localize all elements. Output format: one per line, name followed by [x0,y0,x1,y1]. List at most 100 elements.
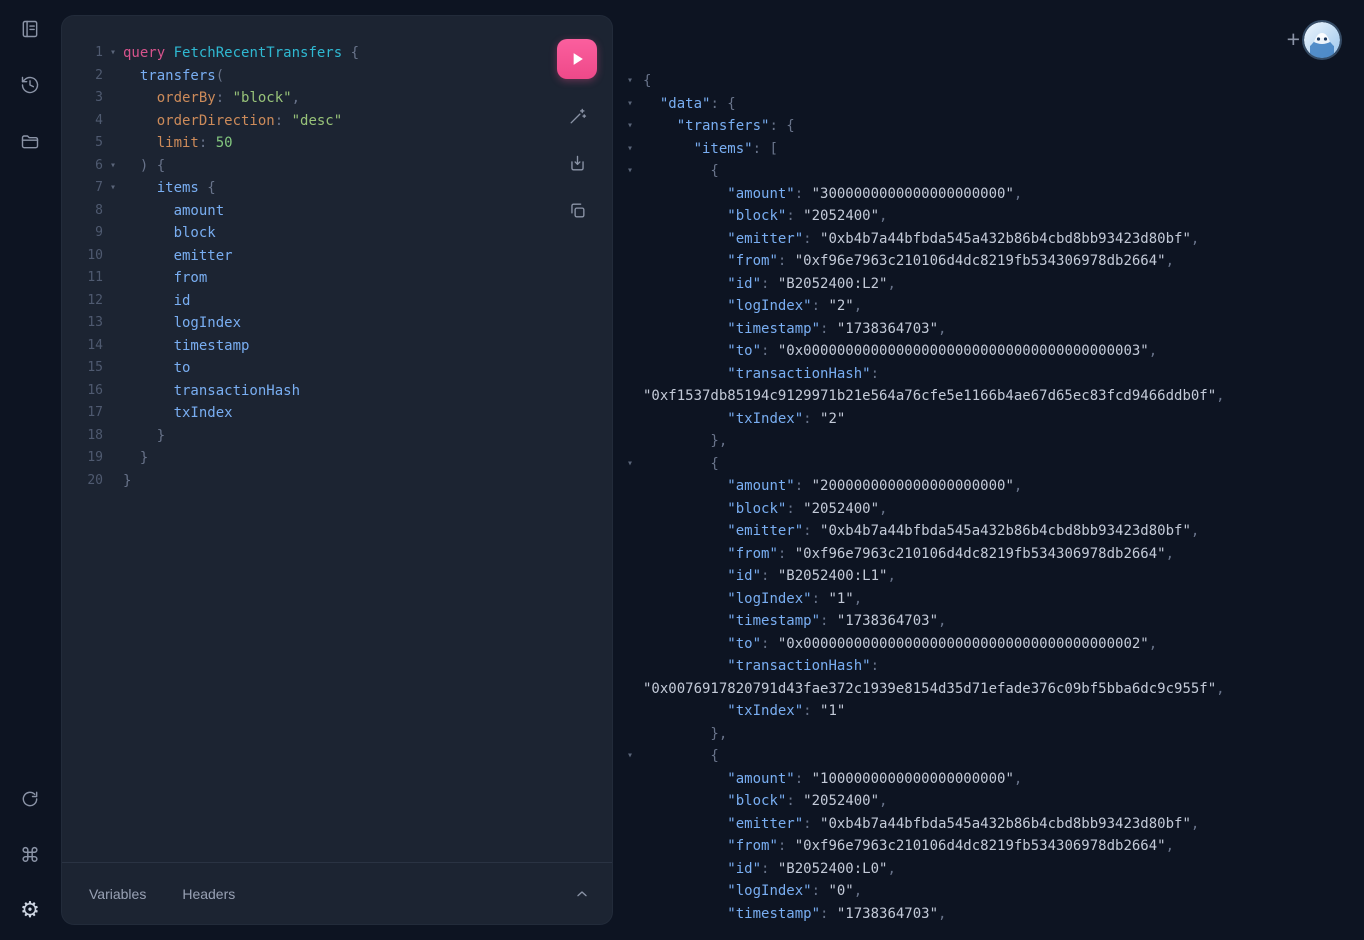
fold-spacer [620,565,643,588]
fold-toggle-icon[interactable]: ▾ [620,93,643,116]
code-text: "logIndex": "1", [643,588,862,611]
fold-toggle-icon[interactable]: ▾ [620,70,643,93]
response-code-line: ▾ { [620,745,1364,768]
fold-spacer [620,498,643,521]
fold-spacer [620,700,643,723]
response-code-line: "amount": "2000000000000000000000", [620,475,1364,498]
code-text: transactionHash [123,380,300,403]
collapse-footer-button[interactable] [574,886,590,902]
fold-toggle-icon[interactable]: ▾ [103,155,123,178]
response-code-line: "id": "B2052400:L0", [620,858,1364,881]
editor-code-line[interactable]: 16 transactionHash [62,380,540,403]
code-text: "from": "0xf96e7963c210106d4dc8219fb5343… [643,835,1174,858]
chevron-up-icon [574,886,590,902]
editor-code-line[interactable]: 6▾ ) { [62,155,540,178]
collections-icon[interactable] [19,130,41,152]
settings-gear-icon[interactable]: ⚙ [19,900,41,922]
response-code-line: ▾ "data": { [620,93,1364,116]
refresh-schema-icon[interactable] [19,788,41,810]
prettify-button[interactable] [567,106,587,126]
editor-code-line[interactable]: 14 timestamp [62,335,540,358]
line-number: 12 [62,290,103,313]
fold-spacer [103,470,123,493]
editor-code-line[interactable]: 2 transfers( [62,65,540,88]
editor-footer-bar: Variables Headers [62,862,612,924]
editor-code-line[interactable]: 7▾ items { [62,177,540,200]
editor-code-line[interactable]: 12 id [62,290,540,313]
editor-code-line[interactable]: 1▾query FetchRecentTransfers { [62,42,540,65]
fold-spacer [620,903,643,926]
tab-variables[interactable]: Variables [89,886,146,902]
query-editor[interactable]: 1▾query FetchRecentTransfers {2 transfer… [62,42,540,492]
fold-spacer [103,267,123,290]
rail-bottom-group: ⌘ ⚙ [19,754,41,922]
response-code-line: "amount": "3000000000000000000000", [620,183,1364,206]
fold-spacer [620,475,643,498]
fold-spacer [620,385,643,408]
history-icon[interactable] [19,74,41,96]
code-text: "transactionHash": [643,655,879,678]
code-text: to [123,357,190,380]
response-code-line: "amount": "1000000000000000000000", [620,768,1364,791]
editor-code-line[interactable]: 9 block [62,222,540,245]
fold-spacer [620,835,643,858]
new-tab-button[interactable]: + [1287,27,1300,51]
response-code-line: ▾ { [620,160,1364,183]
editor-code-line[interactable]: 4 orderDirection: "desc" [62,110,540,133]
editor-code-line[interactable]: 17 txIndex [62,402,540,425]
fold-spacer [620,858,643,881]
fold-toggle-icon[interactable]: ▾ [620,453,643,476]
line-number: 5 [62,132,103,155]
fold-toggle-icon[interactable]: ▾ [620,138,643,161]
app-logo [1304,22,1340,58]
fold-toggle-icon[interactable]: ▾ [103,42,123,65]
editor-code-line[interactable]: 10 emitter [62,245,540,268]
editor-code-line[interactable]: 15 to [62,357,540,380]
editor-code-line[interactable]: 3 orderBy: "block", [62,87,540,110]
editor-code-line[interactable]: 19 } [62,447,540,470]
code-text: "from": "0xf96e7963c210106d4dc8219fb5343… [643,250,1174,273]
code-text: block [123,222,216,245]
copy-query-icon [568,201,587,220]
editor-code-line[interactable]: 8 amount [62,200,540,223]
fold-spacer [103,245,123,268]
docs-panel-icon[interactable] [19,18,41,40]
editor-code-line[interactable]: 5 limit: 50 [62,132,540,155]
fold-toggle-icon[interactable]: ▾ [103,177,123,200]
fold-spacer [103,402,123,425]
fold-spacer [103,65,123,88]
fold-spacer [620,295,643,318]
fold-spacer [620,273,643,296]
fold-spacer [620,723,643,746]
code-text: query FetchRecentTransfers { [123,42,359,65]
editor-code-line[interactable]: 11 from [62,267,540,290]
code-text: emitter [123,245,233,268]
merge-fragments-button[interactable] [567,153,587,173]
line-number: 9 [62,222,103,245]
fold-toggle-icon[interactable]: ▾ [620,160,643,183]
fold-spacer [103,87,123,110]
tab-headers[interactable]: Headers [182,886,235,902]
merge-fragments-icon [568,154,587,173]
code-text: limit: 50 [123,132,233,155]
code-text: amount [123,200,224,223]
fold-toggle-icon[interactable]: ▾ [620,115,643,138]
line-number: 17 [62,402,103,425]
fold-spacer [103,312,123,335]
code-text: "timestamp": "1738364703", [643,610,946,633]
keyboard-shortcuts-icon[interactable]: ⌘ [19,844,41,866]
execute-query-button[interactable] [557,39,597,79]
editor-code-line[interactable]: 20} [62,470,540,493]
editor-toolbar [557,39,597,220]
fold-spacer [103,132,123,155]
code-text: orderBy: "block", [123,87,300,110]
editor-code-line[interactable]: 18 } [62,425,540,448]
editor-code-line[interactable]: 13 logIndex [62,312,540,335]
fold-spacer [103,447,123,470]
response-code-line: }, [620,723,1364,746]
fold-spacer [620,183,643,206]
fold-toggle-icon[interactable]: ▾ [620,745,643,768]
code-text: "from": "0xf96e7963c210106d4dc8219fb5343… [643,543,1174,566]
copy-query-button[interactable] [567,200,587,220]
code-text: "id": "B2052400:L2", [643,273,896,296]
